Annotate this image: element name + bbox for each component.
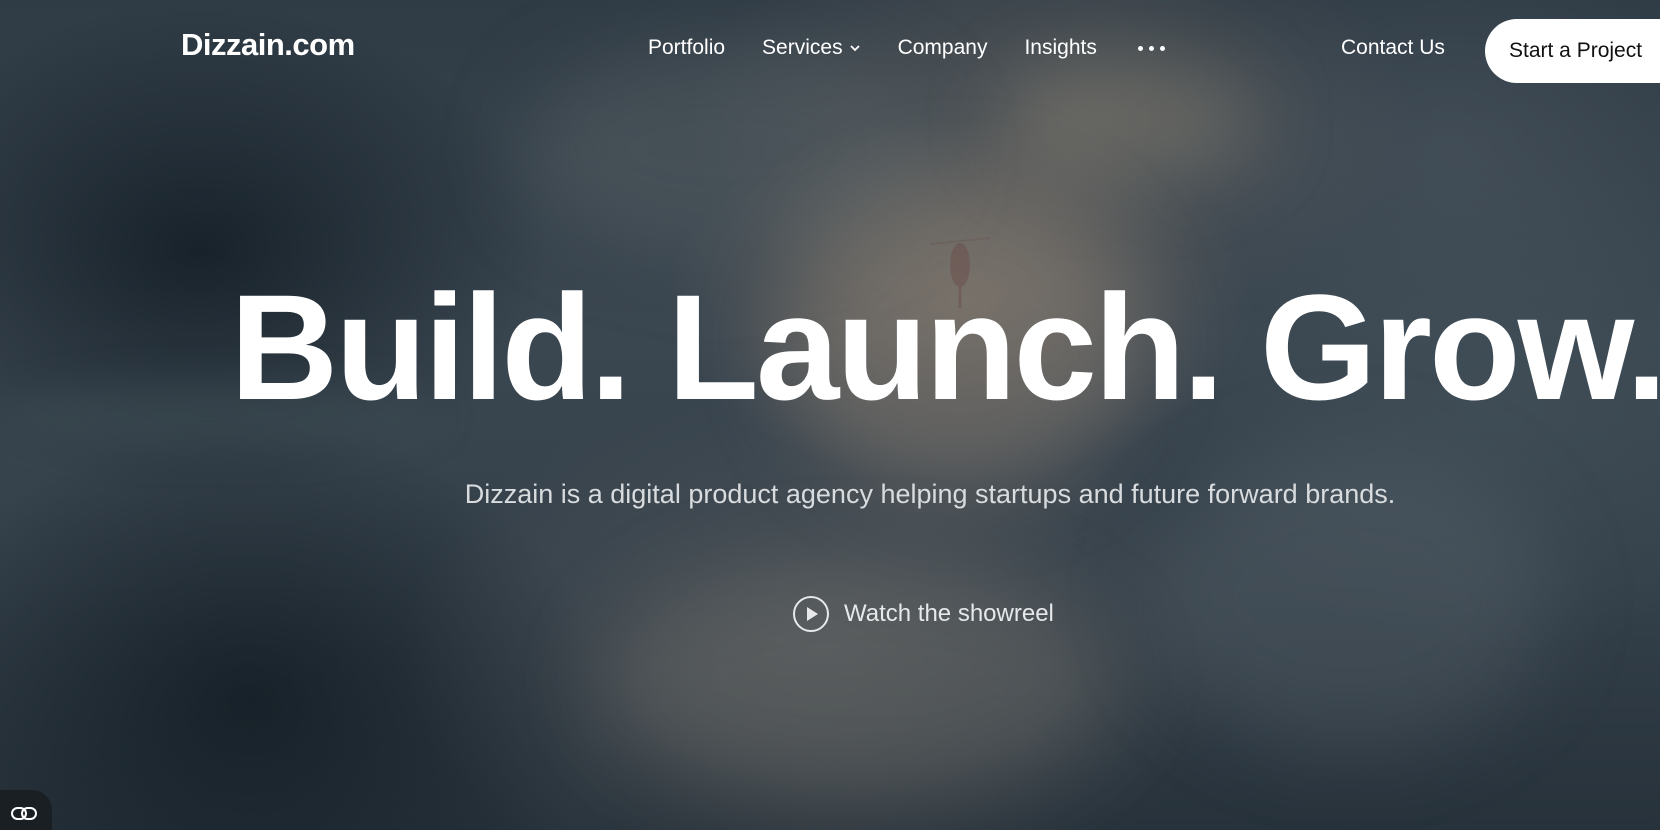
- nav-item-label: Portfolio: [648, 36, 726, 59]
- chat-widget-button[interactable]: [0, 790, 52, 830]
- nav-item-label: Company: [897, 36, 988, 59]
- hero-subtitle: Dizzain is a digital product agency help…: [464, 479, 1396, 509]
- chat-link-icon: [11, 807, 37, 820]
- start-project-button[interactable]: Start a Project: [1485, 19, 1660, 83]
- nav-item-company[interactable]: Company: [898, 36, 988, 60]
- nav-item-portfolio[interactable]: Portfolio: [648, 36, 725, 60]
- dot: [1137, 45, 1143, 51]
- more-horizontal-icon[interactable]: [1137, 36, 1165, 60]
- hero-section: Dizzain.com Portfolio Services Company I…: [0, 0, 1660, 830]
- nav-item-insights[interactable]: Insights: [1024, 36, 1096, 60]
- nav-item-services[interactable]: Services: [762, 36, 861, 60]
- watch-showreel-button[interactable]: Watch the showreel: [792, 595, 1054, 633]
- chevron-down-icon: [849, 45, 860, 52]
- site-logo[interactable]: Dizzain.com: [181, 27, 355, 63]
- contact-us-link[interactable]: Contact Us: [1341, 36, 1445, 60]
- nav-item-label: Services: [762, 36, 843, 59]
- main-nav: Portfolio Services Company Insights: [648, 36, 1165, 60]
- showreel-label: Watch the showreel: [844, 600, 1054, 627]
- dot: [1148, 45, 1154, 51]
- hero-title: Build. Launch. Grow.: [230, 263, 1660, 431]
- play-circle-icon: [793, 596, 829, 632]
- site-header: Dizzain.com Portfolio Services Company I…: [0, 0, 1660, 100]
- dot: [1159, 45, 1165, 51]
- nav-item-label: Insights: [1024, 36, 1097, 59]
